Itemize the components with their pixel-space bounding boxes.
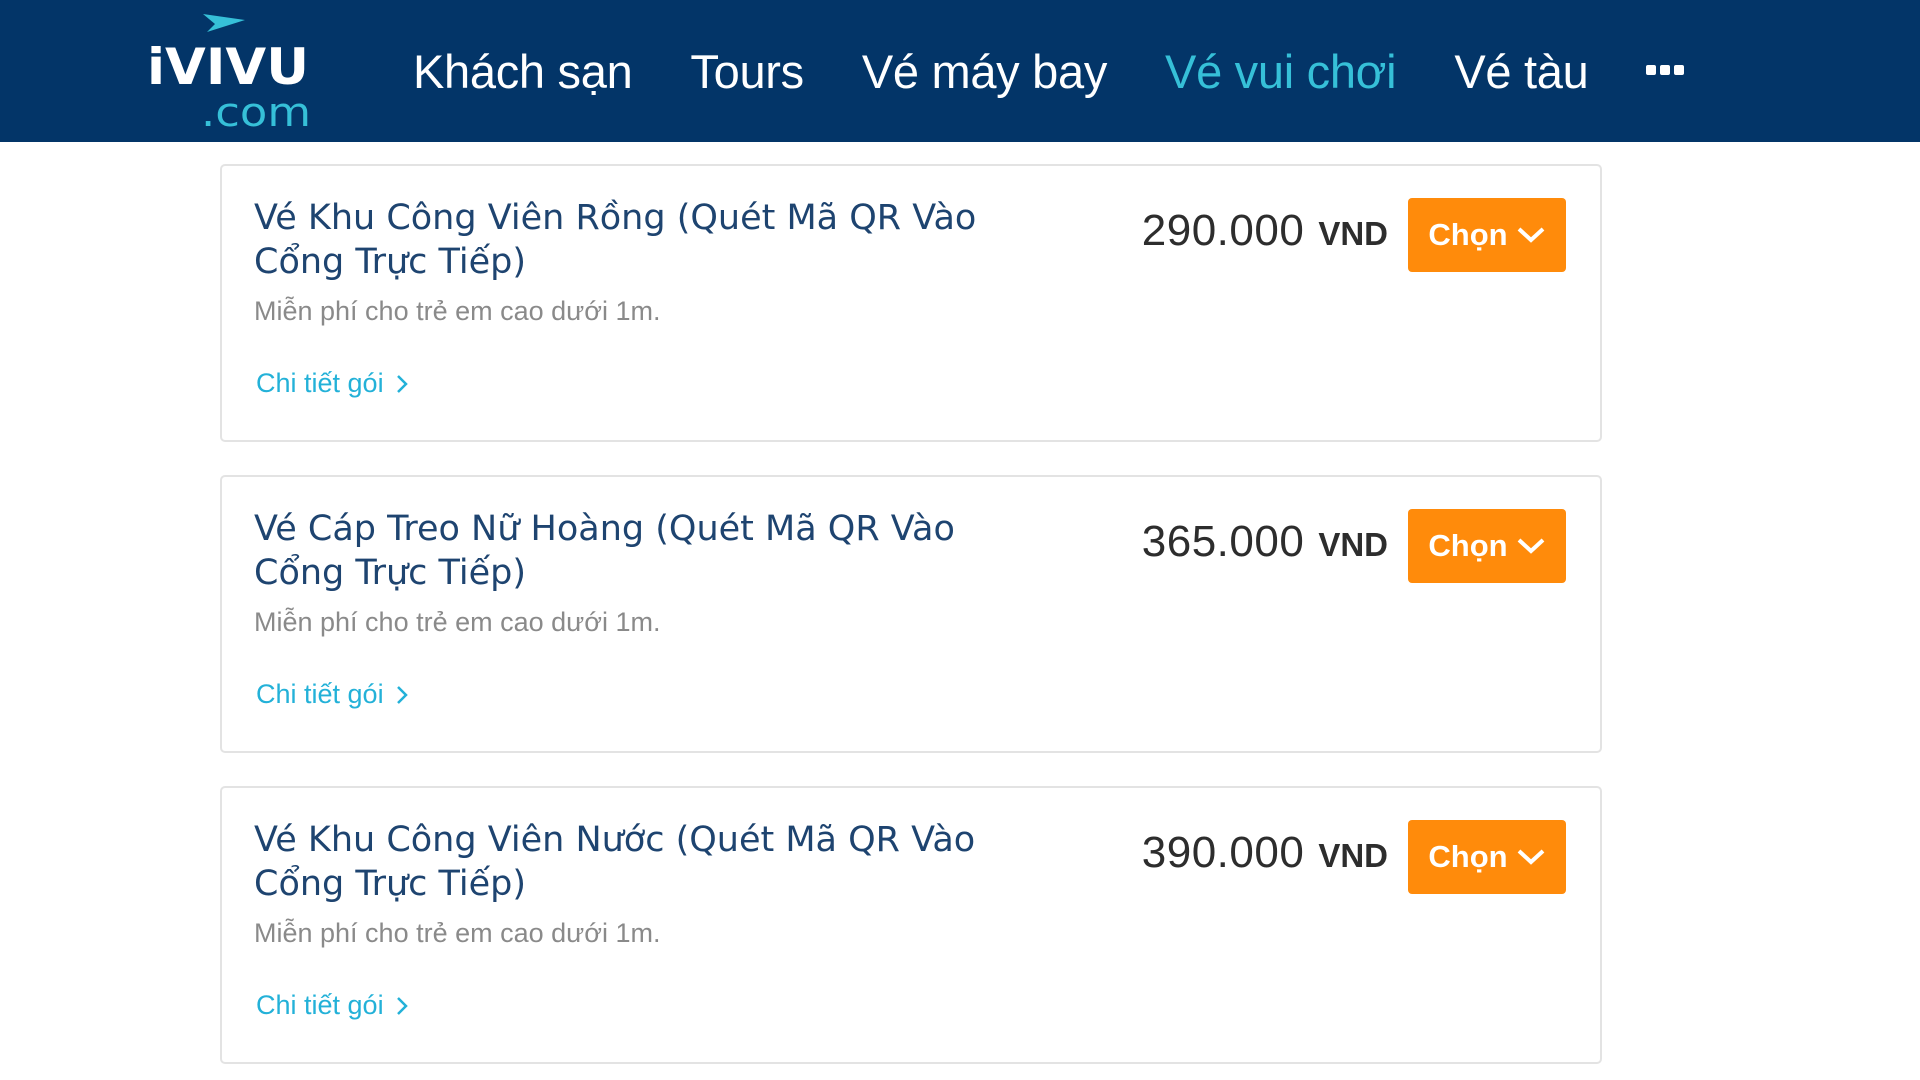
- ticket-price: 290.000 VND: [1142, 206, 1388, 256]
- choose-button[interactable]: Chọn: [1408, 820, 1566, 894]
- chevron-down-icon: [1517, 849, 1544, 865]
- package-details-label: Chi tiết gói: [256, 679, 384, 709]
- nav-item-tours[interactable]: Tours: [690, 44, 804, 99]
- top-navigation-bar: iVIVU .com Khách sạn Tours Vé máy bay Vé…: [0, 0, 1920, 142]
- choose-button-label: Chọn: [1428, 528, 1508, 563]
- nav-item-flights[interactable]: Vé máy bay: [862, 44, 1107, 99]
- nav-item-train-tickets[interactable]: Vé tàu: [1454, 44, 1588, 99]
- package-details-link[interactable]: Chi tiết gói: [256, 368, 408, 399]
- choose-button-label: Chọn: [1428, 839, 1508, 874]
- nav-item-hotels[interactable]: Khách sạn: [413, 44, 633, 99]
- ticket-title: Vé Khu Công Viên Nước (Quét Mã QR Vào Cổ…: [254, 820, 976, 904]
- ticket-price: 390.000 VND: [1142, 828, 1388, 878]
- dot: [1646, 65, 1657, 75]
- choose-button[interactable]: Chọn: [1408, 509, 1566, 583]
- nav-item-attraction-tickets[interactable]: Vé vui chơi: [1165, 44, 1397, 99]
- chevron-down-icon: [1517, 227, 1544, 243]
- price-amount: 390.000: [1141, 828, 1305, 877]
- ticket-title: Vé Cáp Treo Nữ Hoàng (Quét Mã QR Vào Cổn…: [254, 509, 955, 593]
- price-currency: VND: [1318, 215, 1388, 252]
- package-details-link[interactable]: Chi tiết gói: [256, 990, 408, 1021]
- logo-text-top: iVIVU: [147, 38, 309, 96]
- price-currency: VND: [1318, 837, 1388, 874]
- ivivu-logo[interactable]: iVIVU .com: [145, 8, 315, 130]
- package-details-label: Chi tiết gói: [256, 990, 384, 1020]
- more-dots-icon[interactable]: [1646, 65, 1685, 75]
- ticket-card: Vé Khu Công Viên Nước (Quét Mã QR Vào Cổ…: [220, 786, 1602, 1064]
- price-amount: 365.000: [1141, 517, 1305, 566]
- logo-text-bottom: .com: [201, 90, 311, 130]
- price-currency: VND: [1318, 526, 1388, 563]
- choose-button[interactable]: Chọn: [1408, 198, 1566, 272]
- chevron-right-icon: [396, 685, 408, 704]
- ticket-price: 365.000 VND: [1142, 517, 1388, 567]
- ticket-description: Miễn phí cho trẻ em cao dưới 1m.: [254, 607, 661, 637]
- ticket-description: Miễn phí cho trẻ em cao dưới 1m.: [254, 918, 661, 948]
- ticket-card: Vé Khu Công Viên Rồng (Quét Mã QR Vào Cổ…: [220, 164, 1602, 442]
- price-amount: 290.000: [1141, 206, 1305, 255]
- package-details-label: Chi tiết gói: [256, 368, 384, 398]
- ticket-card: Vé Cáp Treo Nữ Hoàng (Quét Mã QR Vào Cổn…: [220, 475, 1602, 753]
- chevron-right-icon: [396, 374, 408, 393]
- package-details-link[interactable]: Chi tiết gói: [256, 679, 408, 710]
- main-nav: Khách sạn Tours Vé máy bay Vé vui chơi V…: [413, 0, 1685, 142]
- chevron-right-icon: [396, 996, 408, 1015]
- ticket-description: Miễn phí cho trẻ em cao dưới 1m.: [254, 296, 661, 326]
- dot: [1660, 65, 1671, 75]
- chevron-down-icon: [1517, 538, 1544, 554]
- paper-plane-icon: [203, 14, 245, 32]
- dot: [1674, 65, 1685, 75]
- ticket-title: Vé Khu Công Viên Rồng (Quét Mã QR Vào Cổ…: [254, 198, 977, 282]
- choose-button-label: Chọn: [1428, 217, 1508, 252]
